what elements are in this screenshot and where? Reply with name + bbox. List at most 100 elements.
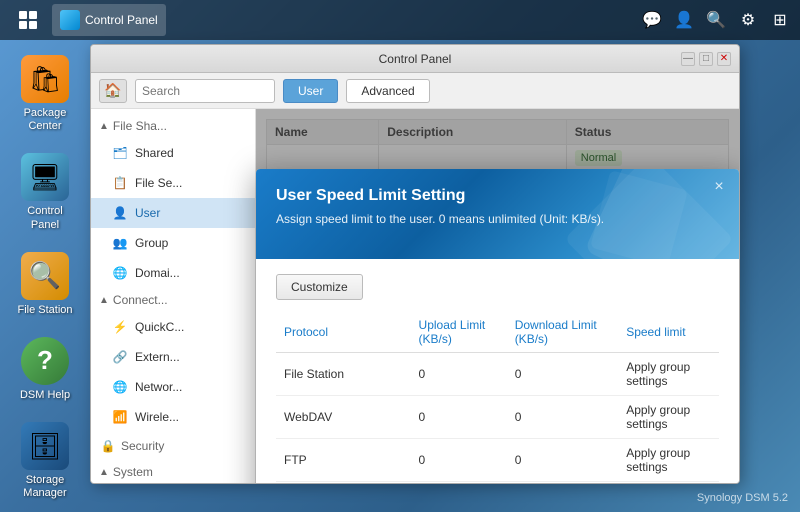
cp-win-controls: — □ ✕ [681, 52, 731, 66]
desktop-icons: 🛍 PackageCenter 🖥 Control Panel 🔍 File S… [10, 50, 80, 506]
user-icon[interactable]: 👤 [674, 10, 694, 30]
sidebar-section-user: 👤 User 👥 Group 🌐 Domai... [91, 198, 255, 288]
modal-overlay: User Speed Limit Setting Assign speed li… [256, 109, 739, 483]
speed-limit-cell-webdav: Apply group settings [618, 396, 719, 439]
cp-home-button[interactable]: 🏠 [99, 79, 127, 103]
grid-icon [19, 11, 37, 29]
filesharing-caret-icon: ▲ [99, 121, 109, 132]
group-icon: 👥 [111, 234, 129, 252]
table-row: WebDAV 0 0 Apply group settings [276, 396, 719, 439]
file-station-icon: 🔍 [21, 252, 69, 300]
user-creation-wizard: User Speed Limit Setting Assign speed li… [256, 169, 739, 484]
sidebar-item-wireless[interactable]: 📶 Wirele... [91, 402, 255, 432]
taskbar-app-label: Control Panel [85, 13, 158, 27]
desktop-icon-storage-manager[interactable]: 🗄 StorageManager [10, 417, 80, 505]
domain-icon: 🌐 [111, 264, 129, 282]
table-row: File Station 0 0 Apply group settings [276, 353, 719, 396]
cp-close-btn[interactable]: ✕ [717, 52, 731, 66]
cp-toolbar: 🏠 User Advanced [91, 73, 739, 109]
desktop-icon-control-panel[interactable]: 🖥 Control Panel [10, 148, 80, 236]
sidebar-item-network[interactable]: 🌐 Networ... [91, 372, 255, 402]
sidebar-item-user-label: User [135, 206, 160, 220]
shared-icon: 🗂 [111, 144, 129, 162]
dsm-version: DSM 5.2 [745, 492, 788, 504]
upload-cell-webdav: 0 [411, 396, 507, 439]
sidebar-item-group[interactable]: 👥 Group [91, 228, 255, 258]
sidebar-section-header-security[interactable]: 🔒 Security [91, 432, 255, 460]
sidebar-item-user[interactable]: 👤 User [91, 198, 255, 228]
network-icon: 🌐 [111, 378, 129, 396]
security-icon: 🔒 [99, 437, 117, 455]
sidebar-item-fileservices[interactable]: 📋 File Se... [91, 168, 255, 198]
protocol-cell-filestation: File Station [276, 353, 411, 396]
storage-manager-icon: 🗄 [21, 422, 69, 470]
customize-button[interactable]: Customize [276, 274, 363, 300]
cp-main: Name Description Status Normal [256, 109, 739, 483]
wireless-icon: 📶 [111, 408, 129, 426]
upload-cell-filestation: 0 [411, 353, 507, 396]
control-panel-label: Control Panel [15, 205, 75, 231]
sidebar-section-header-system[interactable]: ▲ System [91, 460, 255, 483]
filesharing-section-label: File Sha... [113, 119, 167, 133]
cp-titlebar: Control Panel — □ ✕ [91, 45, 739, 73]
sidebar-section-header-filesharing[interactable]: ▲ File Sha... [91, 114, 255, 138]
system-section-label: System [113, 465, 153, 479]
protocol-cell-webdav: WebDAV [276, 396, 411, 439]
cp-search-input[interactable] [135, 79, 275, 103]
sidebar-item-fileservices-label: File Se... [135, 176, 182, 190]
cp-minimize-btn[interactable]: — [681, 52, 695, 66]
col-protocol: Protocol [276, 312, 411, 353]
cp-sidebar: ▲ File Sha... 🗂 Shared 📋 File Se... [91, 109, 256, 483]
speed-limit-cell-ftp: Apply group settings [618, 439, 719, 482]
col-speed-limit: Speed limit [618, 312, 719, 353]
package-center-label: PackageCenter [24, 107, 67, 133]
cp-tab-advanced[interactable]: Advanced [346, 79, 429, 103]
col-download: Download Limit (KB/s) [507, 312, 619, 353]
desktop-icon-package-center[interactable]: 🛍 PackageCenter [10, 50, 80, 138]
protocol-cell-networkbackup: Network Backup Destination [276, 482, 411, 485]
control-panel-window: Control Panel — □ ✕ 🏠 User Advanced ▲ [90, 44, 740, 484]
cp-body: ▲ File Sha... 🗂 Shared 📋 File Se... [91, 109, 739, 483]
desktop-icon-dsm-help[interactable]: ? DSM Help [10, 332, 80, 407]
sidebar-item-shared[interactable]: 🗂 Shared [91, 138, 255, 168]
cp-maximize-btn[interactable]: □ [699, 52, 713, 66]
sidebar-item-wireless-label: Wirele... [135, 410, 179, 424]
wizard-section-title: User Speed Limit Setting [276, 187, 719, 205]
chat-icon[interactable]: 💬 [642, 10, 662, 30]
wizard-header: User Speed Limit Setting Assign speed li… [256, 169, 739, 259]
dsm-help-icon: ? [21, 337, 69, 385]
sidebar-section-header-connectivity[interactable]: ▲ Connect... [91, 288, 255, 312]
sidebar-item-quickconnect[interactable]: ⚡ QuickC... [91, 312, 255, 342]
taskbar-active-app[interactable]: Control Panel [52, 4, 166, 36]
synology-text: Synology [697, 492, 742, 504]
cp-tab-user[interactable]: User [283, 79, 338, 103]
table-row: Network Backup Destination 0 0 Apply gro… [276, 482, 719, 485]
sidebar-item-domain[interactable]: 🌐 Domai... [91, 258, 255, 288]
sidebar-section-filesharing: ▲ File Sha... 🗂 Shared 📋 File Se... [91, 114, 255, 198]
sidebar-item-external[interactable]: 🔗 Extern... [91, 342, 255, 372]
system-caret-icon: ▲ [99, 467, 109, 478]
wizard-section-subtitle: Assign speed limit to the user. 0 means … [276, 211, 719, 228]
external-icon: 🔗 [111, 348, 129, 366]
download-cell-filestation: 0 [507, 353, 619, 396]
apps-grid-button[interactable] [10, 4, 46, 36]
sidebar-item-domain-label: Domai... [135, 266, 180, 280]
download-cell-networkbackup: 0 [507, 482, 619, 485]
security-section-label: Security [121, 439, 164, 453]
speed-limit-cell-networkbackup: Apply group settings [618, 482, 719, 485]
speed-limit-cell-filestation: Apply group settings [618, 353, 719, 396]
widgets-icon[interactable]: ⊞ [770, 10, 790, 30]
wizard-body: Customize Protocol Upload Limit (KB/s) D… [256, 259, 739, 484]
table-row: FTP 0 0 Apply group settings [276, 439, 719, 482]
sidebar-section-connectivity: ▲ Connect... ⚡ QuickC... 🔗 Extern... 🌐 N… [91, 288, 255, 432]
sidebar-section-security: 🔒 Security [91, 432, 255, 460]
settings-icon[interactable]: ⚙ [738, 10, 758, 30]
upload-cell-networkbackup: 0 [411, 482, 507, 485]
download-cell-webdav: 0 [507, 396, 619, 439]
wizard-close-button[interactable]: × [709, 177, 729, 197]
control-panel-taskbar-icon [60, 10, 80, 30]
taskbar: Control Panel 💬 👤 🔍 ⚙ ⊞ [0, 0, 800, 40]
desktop-icon-file-station[interactable]: 🔍 File Station [10, 247, 80, 322]
search-icon[interactable]: 🔍 [706, 10, 726, 30]
dsm-help-label: DSM Help [20, 389, 70, 402]
